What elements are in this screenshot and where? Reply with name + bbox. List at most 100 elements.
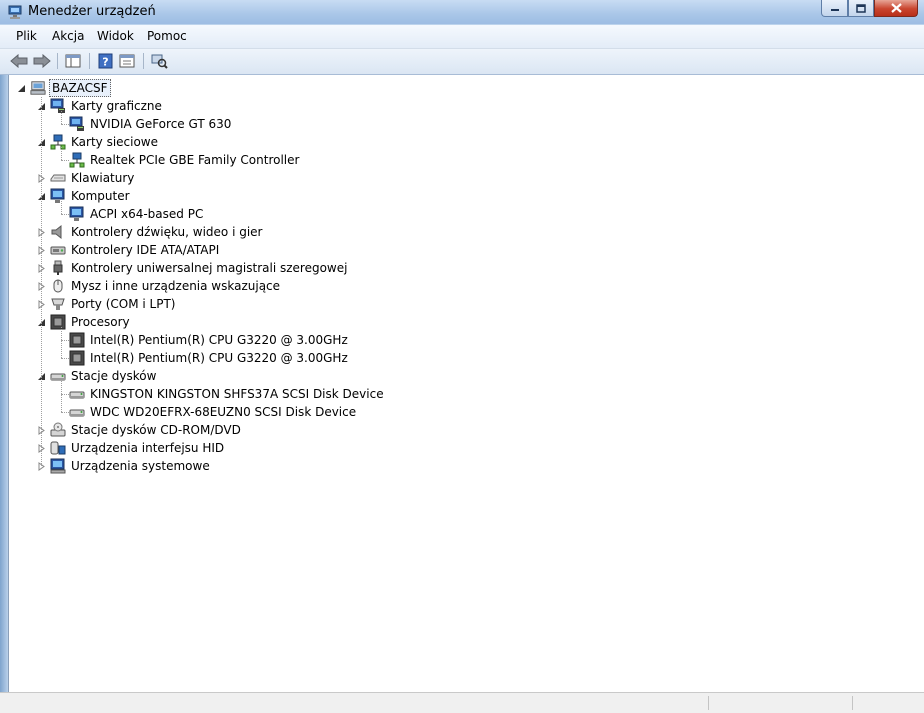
processor-icon (69, 350, 85, 366)
category-label: Porty (COM i LPT) (71, 297, 176, 311)
processor-icon (50, 314, 66, 330)
cdrom-icon (50, 422, 66, 438)
category-label: Karty graficzne (71, 99, 162, 113)
category-label: Kontrolery uniwersalnej magistrali szere… (71, 261, 348, 275)
root-computer-icon (30, 80, 46, 96)
window-title: Menedżer urządzeń (28, 4, 156, 19)
category-label: Komputer (71, 189, 130, 203)
back-button[interactable] (9, 52, 29, 70)
close-button[interactable] (874, 0, 918, 17)
tree-category[interactable]: Karty sieciowe (37, 133, 160, 151)
tree-category[interactable]: Kontrolery uniwersalnej magistrali szere… (37, 259, 349, 277)
maximize-button[interactable] (848, 0, 874, 17)
tree-guide-line (61, 160, 69, 161)
tree-guide-line (61, 327, 62, 358)
show-hide-console-tree-button[interactable] (63, 52, 83, 70)
disk-drive-icon (69, 404, 85, 420)
tree-guide-line (61, 412, 69, 413)
minimize-icon (830, 9, 839, 11)
menu-view[interactable]: Widok (97, 29, 134, 43)
toolbar-separator (143, 53, 144, 69)
toolbar-separator (89, 53, 90, 69)
system-devices-icon (50, 458, 66, 474)
tree-category[interactable]: Procesory (37, 313, 132, 331)
device-label: Intel(R) Pentium(R) CPU G3220 @ 3.00GHz (90, 333, 348, 347)
display-adapter-icon (69, 116, 85, 132)
device-label: ACPI x64-based PC (90, 207, 204, 221)
tree-device[interactable]: KINGSTON KINGSTON SHFS37A SCSI Disk Devi… (56, 385, 386, 403)
device-label: Intel(R) Pentium(R) CPU G3220 @ 3.00GHz (90, 351, 348, 365)
category-label: Urządzenia interfejsu HID (71, 441, 225, 455)
minimize-button[interactable] (821, 0, 848, 17)
svg-text:?: ? (102, 56, 108, 69)
category-label: Klawiatury (71, 171, 135, 185)
category-label: Stacje dysków CD-ROM/DVD (71, 423, 241, 437)
console-tree-icon (65, 54, 81, 68)
device-label: KINGSTON KINGSTON SHFS37A SCSI Disk Devi… (90, 387, 384, 401)
tree-category[interactable]: Mysz i inne urządzenia wskazujące (37, 277, 282, 295)
menu-action[interactable]: Akcja (52, 29, 84, 43)
scan-hardware-icon (151, 54, 168, 69)
tree-category[interactable]: Urządzenia interfejsu HID (37, 439, 226, 457)
tree-category[interactable]: Porty (COM i LPT) (37, 295, 177, 313)
tree-category[interactable]: Kontrolery IDE ATA/ATAPI (37, 241, 221, 259)
computer-icon (69, 206, 85, 222)
toolbar-separator (57, 53, 58, 69)
mouse-icon (50, 278, 66, 294)
speaker-icon (50, 224, 66, 240)
device-manager-icon (8, 4, 24, 20)
tree-device[interactable]: NVIDIA GeForce GT 630 (56, 115, 233, 133)
forward-button[interactable] (32, 52, 52, 70)
menu-bar: Plik Akcja Widok Pomoc (0, 25, 924, 49)
menu-help[interactable]: Pomoc (147, 29, 187, 43)
processor-icon (69, 332, 85, 348)
menu-file[interactable]: Plik (16, 29, 37, 43)
network-adapter-icon (69, 152, 85, 168)
hid-icon (50, 440, 66, 456)
tree-device[interactable]: ACPI x64-based PC (56, 205, 205, 223)
category-label: Kontrolery IDE ATA/ATAPI (71, 243, 220, 257)
category-label: Mysz i inne urządzenia wskazujące (71, 279, 281, 293)
tree-guide-line (41, 97, 42, 466)
maximize-icon (856, 3, 866, 13)
tree-category[interactable]: Klawiatury (37, 169, 136, 187)
computer-icon (50, 188, 66, 204)
tree-category[interactable]: Urządzenia systemowe (37, 457, 212, 475)
close-icon (890, 3, 902, 13)
desktop-background (0, 75, 8, 692)
category-label: Procesory (71, 315, 130, 329)
tree-guide-line (61, 147, 62, 160)
tree-guide-line (61, 358, 69, 359)
tree-category[interactable]: Kontrolery dźwięku, wideo i gier (37, 223, 264, 241)
expanded-arrow-icon[interactable] (17, 84, 26, 93)
root-computer-label: BAZACSF (49, 79, 111, 97)
title-bar[interactable]: Menedżer urządzeń (0, 0, 924, 24)
help-icon: ? (98, 53, 112, 69)
tree-guide-line (61, 111, 62, 124)
keyboard-icon (50, 170, 66, 186)
tree-guide-line (61, 124, 69, 125)
display-adapter-icon (50, 98, 66, 114)
help-button[interactable]: ? (95, 52, 115, 70)
tree-root[interactable]: BAZACSF (17, 79, 111, 97)
tree-guide-line (61, 394, 69, 395)
window-controls (821, 0, 918, 17)
port-icon (50, 296, 66, 312)
category-label: Kontrolery dźwięku, wideo i gier (71, 225, 263, 239)
disk-drive-icon (69, 386, 85, 402)
tree-category[interactable]: Karty graficzne (37, 97, 164, 115)
status-separator (708, 696, 709, 710)
tree-device[interactable]: Intel(R) Pentium(R) CPU G3220 @ 3.00GHz (56, 349, 350, 367)
device-tree: BAZACSF Karty graficzne NVIDIA GeForce GT … (8, 75, 924, 692)
tree-guide-line (61, 340, 69, 341)
tree-device[interactable]: WDC WD20EFRX-68EUZN0 SCSI Disk Device (56, 403, 358, 421)
toolbar: ? (0, 49, 924, 75)
tree-device[interactable]: Realtek PCIe GBE Family Controller (56, 151, 301, 169)
tree-category[interactable]: Stacje dysków (37, 367, 158, 385)
tree-category[interactable]: Komputer (37, 187, 132, 205)
device-label: WDC WD20EFRX-68EUZN0 SCSI Disk Device (90, 405, 357, 419)
properties-button[interactable] (117, 52, 137, 70)
scan-hardware-button[interactable] (149, 52, 169, 70)
tree-category[interactable]: Stacje dysków CD-ROM/DVD (37, 421, 243, 439)
tree-device[interactable]: Intel(R) Pentium(R) CPU G3220 @ 3.00GHz (56, 331, 350, 349)
